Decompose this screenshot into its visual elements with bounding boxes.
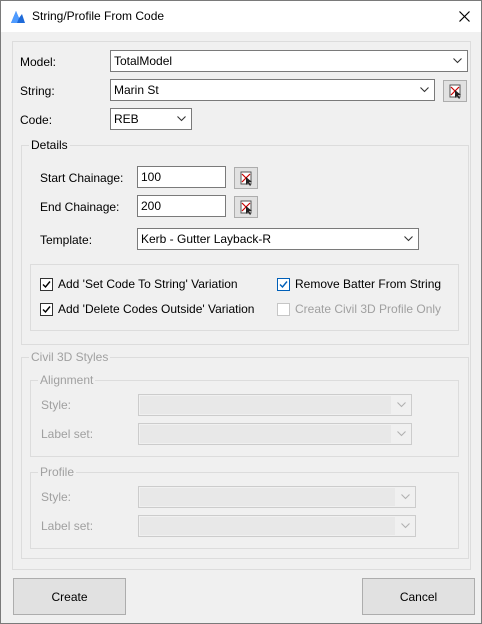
string-select[interactable]: Marin St xyxy=(110,79,435,101)
pick-end-chainage-button[interactable] xyxy=(234,196,258,218)
details-title: Details xyxy=(29,138,70,152)
chevron-down-icon xyxy=(397,402,406,408)
alignment-label-set-select[interactable] xyxy=(138,423,412,445)
model-select[interactable]: TotalModel xyxy=(110,50,468,72)
code-value: REB xyxy=(114,112,139,126)
profile-group: Profile Style: Label set: xyxy=(30,465,459,549)
remove-batter-label: Remove Batter From String xyxy=(295,277,442,291)
cancel-button[interactable]: Cancel xyxy=(362,578,475,615)
set-code-label: Add 'Set Code To String' Variation xyxy=(58,277,238,291)
checkmark-icon xyxy=(42,306,51,314)
chevron-down-icon xyxy=(420,87,429,93)
model-value: TotalModel xyxy=(114,54,173,68)
pick-start-chainage-button[interactable] xyxy=(234,167,258,189)
alignment-group: Alignment Style: Label set: xyxy=(30,373,459,457)
chevron-down-icon xyxy=(453,58,462,64)
pick-string-button[interactable] xyxy=(443,80,467,102)
title-bar: String/Profile From Code xyxy=(1,1,481,32)
close-button[interactable] xyxy=(447,3,481,30)
civil3d-styles-title: Civil 3D Styles xyxy=(29,350,111,364)
civil3d-profile-only-checkbox[interactable] xyxy=(277,303,290,316)
start-chainage-label: Start Chainage: xyxy=(40,171,124,185)
civil3d-profile-only-label: Create Civil 3D Profile Only xyxy=(295,302,442,316)
app-icon xyxy=(11,11,25,23)
checkmark-icon xyxy=(42,281,51,289)
end-chainage-label: End Chainage: xyxy=(40,200,120,214)
profile-label-set-select[interactable] xyxy=(138,515,416,537)
chevron-down-icon xyxy=(177,116,186,122)
delete-codes-label: Add 'Delete Codes Outside' Variation xyxy=(58,302,255,316)
set-code-checkbox[interactable] xyxy=(40,278,53,291)
close-icon xyxy=(458,11,470,22)
window-title: String/Profile From Code xyxy=(32,9,165,23)
main-panel: Model: TotalModel String: Marin St Code:… xyxy=(12,41,471,570)
alignment-style-select[interactable] xyxy=(138,394,412,416)
template-value: Kerb - Gutter Layback-R xyxy=(141,232,272,246)
profile-label-set-label: Label set: xyxy=(41,519,94,533)
end-chainage-input[interactable]: 200 xyxy=(137,195,226,217)
code-label: Code: xyxy=(20,113,53,127)
end-chainage-value: 200 xyxy=(141,199,162,213)
pick-from-drawing-icon xyxy=(240,171,252,186)
chevron-down-icon xyxy=(401,523,410,529)
code-select[interactable]: REB xyxy=(110,108,192,130)
pick-from-drawing-icon xyxy=(449,84,461,99)
template-select[interactable]: Kerb - Gutter Layback-R xyxy=(137,228,419,250)
chevron-down-icon xyxy=(404,236,413,242)
alignment-style-label: Style: xyxy=(41,398,72,412)
create-button[interactable]: Create xyxy=(13,578,126,615)
remove-batter-checkbox[interactable] xyxy=(277,278,290,291)
profile-title: Profile xyxy=(38,465,77,479)
pick-from-drawing-icon xyxy=(240,200,252,215)
string-value: Marin St xyxy=(114,83,159,97)
start-chainage-value: 100 xyxy=(141,170,162,184)
profile-style-select[interactable] xyxy=(138,486,416,508)
template-label: Template: xyxy=(40,233,93,247)
civil3d-styles-group: Civil 3D Styles Alignment Style: Label s… xyxy=(21,350,469,559)
model-label: Model: xyxy=(20,55,57,69)
chevron-down-icon xyxy=(401,494,410,500)
profile-style-label: Style: xyxy=(41,490,72,504)
options-group: Add 'Set Code To String' Variation Remov… xyxy=(30,264,459,331)
string-label: String: xyxy=(20,84,55,98)
details-group: Details Start Chainage: 100 End Chainage… xyxy=(21,138,469,345)
start-chainage-input[interactable]: 100 xyxy=(137,166,226,188)
chevron-down-icon xyxy=(397,431,406,437)
delete-codes-checkbox[interactable] xyxy=(40,303,53,316)
dialog-window: String/Profile From Code Model: TotalMod… xyxy=(0,0,482,624)
checkmark-icon xyxy=(279,281,288,289)
alignment-title: Alignment xyxy=(38,373,96,387)
alignment-label-set-label: Label set: xyxy=(41,427,94,441)
